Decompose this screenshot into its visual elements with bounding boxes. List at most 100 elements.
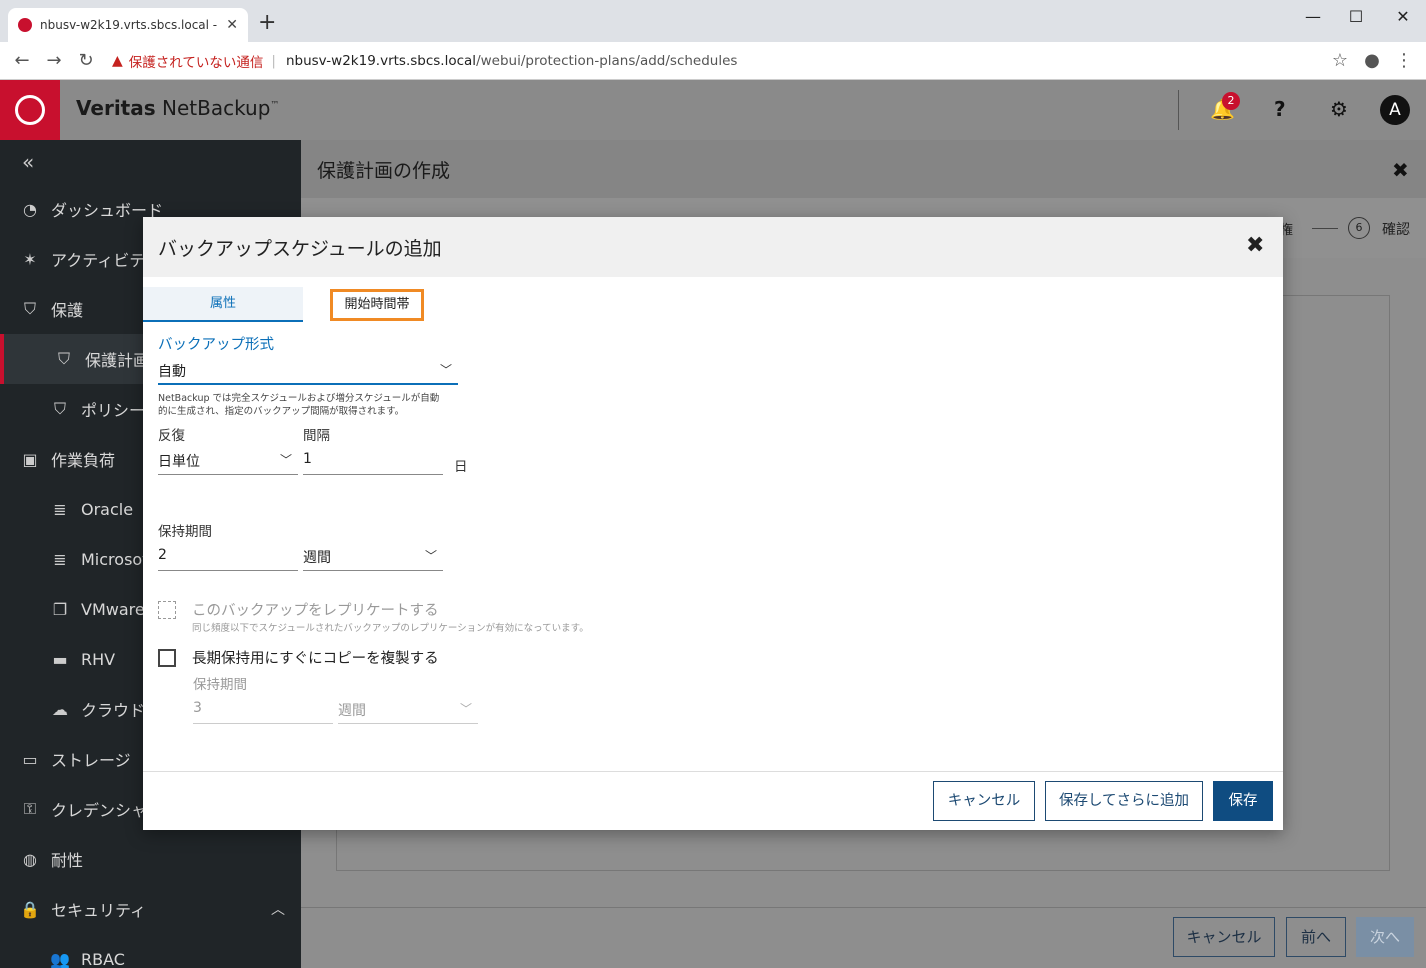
sidebar-item-label: クラウド (81, 701, 146, 720)
save-and-add-button[interactable]: 保存してさらに追加 (1045, 781, 1203, 821)
add-schedule-dialog: バックアップスケジュールの追加 ✖ 属性 開始時間帯 バックアップ形式 自動 ﹀… (143, 217, 1283, 830)
replicate-hint: 同じ頻度以下でスケジュールされたバックアップのレプリケーションが有効になっていま… (192, 623, 589, 634)
collapse-sidebar-icon[interactable]: « (22, 150, 34, 174)
profile-icon[interactable]: ● (1356, 50, 1388, 71)
sidebar-item-label: セキュリティ (51, 901, 147, 920)
copy-retention-label: 保持期間 (193, 677, 247, 693)
step-6-label: 確認 (1382, 222, 1410, 238)
sidebar-item-13[interactable]: ◍ 耐性 (0, 834, 301, 884)
step-connector (1312, 228, 1338, 229)
save-button[interactable]: 保存 (1213, 781, 1273, 821)
lock-icon: 🔒 (20, 899, 40, 919)
backup-type-hint: NetBackup では完全スケジュールおよび増分スケジュールが自動的に生成され… (158, 393, 440, 417)
users-icon: 👥 (50, 949, 70, 968)
minimize-button[interactable]: — (1290, 4, 1336, 30)
interval-label: 間隔 (303, 428, 330, 444)
close-page-icon[interactable]: ✖ (1392, 158, 1409, 182)
chevron-down-icon: ﹀ (279, 453, 292, 467)
insecure-label: 保護されていない通信 (128, 54, 264, 71)
browser-tab[interactable]: nbusv-w2k19.vrts.sbcs.local - Net ✕ (8, 8, 248, 42)
backup-type-label: バックアップ形式 (158, 337, 274, 353)
retention-unit-select[interactable]: 週間 ﹀ (303, 543, 443, 571)
interval-value: 1 (303, 451, 312, 467)
avatar[interactable]: A (1380, 95, 1410, 125)
sidebar-item-label: Oracle (81, 499, 134, 519)
copy-retention-input[interactable]: 3 (193, 696, 333, 724)
brand-tm: ™ (270, 100, 280, 111)
page-cancel-button[interactable]: キャンセル (1173, 917, 1275, 957)
sidebar-item-label: ストレージ (51, 751, 131, 770)
policy-icon: ⛉ (53, 399, 66, 418)
chevron-down-icon: ﹀ (459, 702, 472, 716)
url-host: nbusv-w2k19.vrts.sbcs.local (285, 52, 477, 69)
sidebar-item-14[interactable]: 🔒 セキュリティ ︿ (0, 884, 301, 934)
page-next-button[interactable]: 次へ (1356, 917, 1414, 957)
sidebar-item-label: 保護計画 (85, 351, 150, 370)
replicate-checkbox[interactable] (158, 601, 176, 619)
back-icon[interactable]: ← (6, 50, 38, 71)
credential-icon: ⚿ (23, 799, 37, 818)
sidebar-item-label: 保護 (51, 301, 84, 320)
recurrence-select[interactable]: 日単位 ﹀ (158, 447, 298, 475)
address-bar: ← → ↻ ▲ 保護されていない通信 | nbusv-w2k19.vrts.sb… (0, 42, 1426, 80)
main-header (301, 140, 1426, 198)
dialog-cancel-button[interactable]: キャンセル (933, 781, 1035, 821)
forward-icon[interactable]: → (38, 50, 70, 71)
retention-input[interactable]: 2 (158, 543, 298, 571)
backup-type-value: 自動 (158, 364, 186, 380)
gear-icon[interactable]: ⚙ (1330, 97, 1348, 121)
sidebar-item-label: VMware (81, 599, 145, 619)
copy-label: 長期保持用にすぐにコピーを複製する (192, 651, 439, 667)
sidebar-item-label: 作業負荷 (51, 451, 116, 470)
sidebar-item-label: ポリシー (81, 401, 146, 420)
page-prev-button[interactable]: 前へ (1286, 917, 1346, 957)
copy-retention-value: 3 (193, 700, 202, 716)
url-field[interactable]: ▲ 保護されていない通信 | nbusv-w2k19.vrts.sbcs.loc… (112, 51, 1324, 71)
header-divider (1178, 90, 1179, 130)
database-icon: ≣ (53, 499, 67, 519)
dialog-footer-divider (143, 771, 1283, 772)
bookmark-star-icon[interactable]: ☆ (1324, 50, 1356, 71)
notification-badge: 2 (1222, 92, 1240, 110)
brand-title: Veritas NetBackup™ (76, 96, 279, 120)
footer-divider (301, 907, 1426, 908)
new-tab-button[interactable]: + (258, 10, 276, 35)
help-icon[interactable]: ? (1274, 97, 1286, 121)
dialog-title: バックアップスケジュールの追加 (158, 238, 442, 260)
sidebar-item-label: RHV (81, 649, 116, 669)
storage-icon: ▭ (22, 749, 38, 769)
sidebar-item-label: RBAC (81, 949, 125, 968)
backup-type-select[interactable]: 自動 ﹀ (158, 357, 458, 385)
shield-icon: ⛉ (23, 299, 36, 318)
favicon-icon (18, 18, 32, 32)
chevron-down-icon: ﹀ (424, 549, 437, 563)
tab-attributes[interactable]: 属性 (143, 287, 303, 322)
maximize-button[interactable]: ☐ (1333, 4, 1379, 30)
copy-retention-unit-select[interactable]: 週間 ﹀ (338, 696, 478, 724)
logo-ring-icon (15, 95, 45, 125)
warning-icon: ▲ (112, 52, 123, 69)
retention-unit-value: 週間 (303, 550, 331, 566)
cloud-icon: ☁ (52, 699, 68, 719)
reload-icon[interactable]: ↻ (70, 50, 102, 71)
briefcase-icon: ▣ (22, 449, 38, 469)
dialog-close-icon[interactable]: ✖ (1246, 233, 1264, 258)
veritas-logo[interactable] (0, 80, 60, 140)
interval-input[interactable]: 1 (303, 447, 443, 475)
close-tab-icon[interactable]: ✕ (226, 17, 238, 33)
dashboard-icon: ◔ (23, 199, 37, 219)
brand-bold: Veritas (76, 96, 156, 120)
step-6-number: 6 (1348, 217, 1370, 239)
retention-value: 2 (158, 547, 167, 563)
window-close-button[interactable]: ✕ (1380, 4, 1426, 30)
activity-icon: ✶ (23, 249, 37, 269)
recurrence-label: 反復 (158, 428, 185, 444)
browser-menu-icon[interactable]: ⋮ (1388, 50, 1420, 71)
sidebar-item-15[interactable]: 👥 RBAC (0, 934, 301, 968)
retention-label: 保持期間 (158, 524, 212, 540)
page-title: 保護計画の作成 (317, 160, 451, 182)
sidebar-item-label: 耐性 (51, 851, 84, 870)
copy-checkbox[interactable] (158, 649, 176, 667)
chevron-up-icon[interactable]: ︿ (271, 899, 285, 919)
tab-start-window[interactable]: 開始時間帯 (330, 289, 424, 321)
